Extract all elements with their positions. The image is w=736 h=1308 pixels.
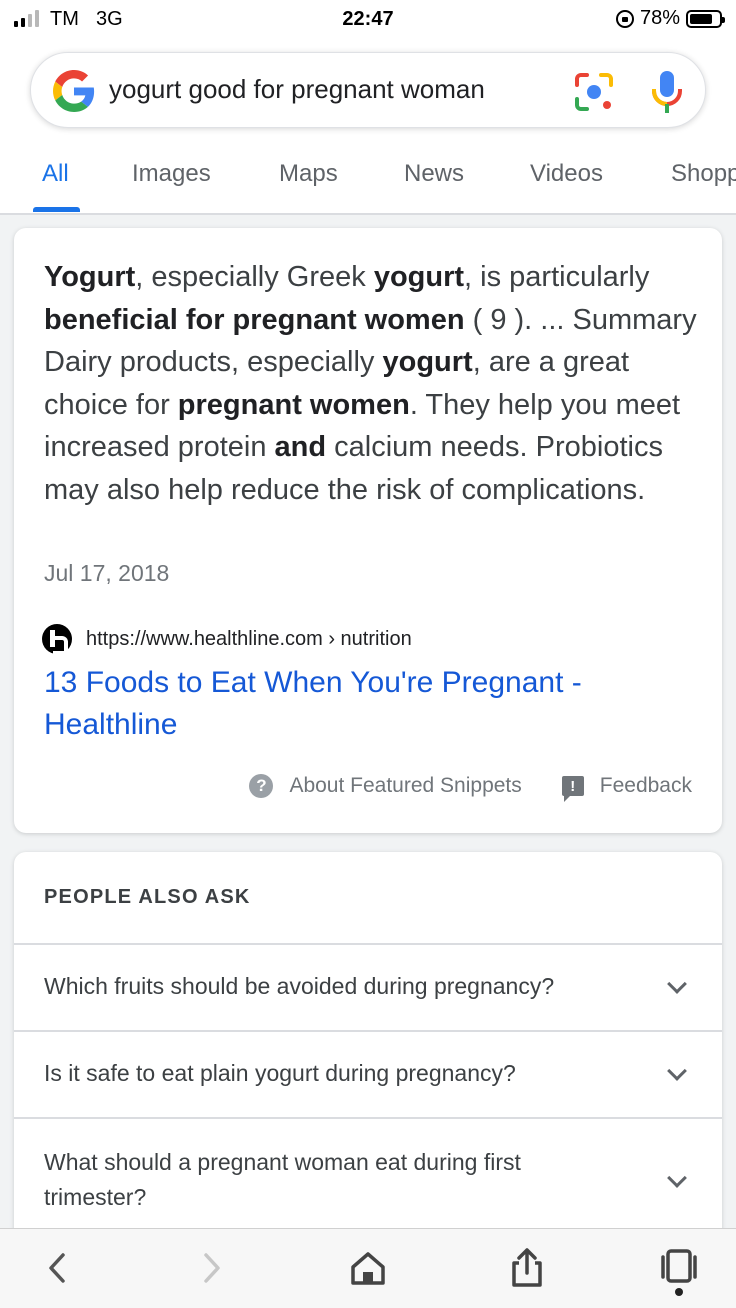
share-icon[interactable] bbox=[502, 1243, 552, 1293]
battery-icon bbox=[686, 9, 725, 28]
snippet-bold-segment: Yogurt bbox=[44, 261, 136, 293]
snippet-footer: ? About Featured Snippets ! Feedback bbox=[249, 774, 692, 802]
paa-question-item[interactable]: Is it safe to eat plain yogurt during pr… bbox=[14, 1030, 722, 1117]
tab-all[interactable]: All bbox=[42, 160, 69, 188]
feedback-link[interactable]: Feedback bbox=[600, 774, 692, 798]
forward-icon[interactable] bbox=[187, 1243, 237, 1293]
about-featured-snippets-link[interactable]: About Featured Snippets bbox=[289, 774, 521, 798]
snippet-bold-segment: pregnant women bbox=[177, 388, 410, 421]
featured-snippet-card: Yogurt, especially Greek yogurt, is part… bbox=[14, 228, 722, 833]
google-lens-icon[interactable] bbox=[573, 71, 615, 113]
snippet-bold-segment: beneficial for pregnant women bbox=[44, 303, 465, 336]
tab-maps[interactable]: Maps bbox=[279, 160, 338, 188]
search-header: yogurt good for pregnant woman All Image… bbox=[0, 40, 736, 215]
active-tab-indicator bbox=[33, 207, 80, 212]
header-divider bbox=[0, 213, 736, 215]
source-row[interactable]: https://www.healthline.com › nutrition bbox=[42, 624, 412, 655]
paa-question-text: Which fruits should be avoided during pr… bbox=[44, 973, 555, 999]
people-also-ask-card: PEOPLE ALSO ASK Which fruits should be a… bbox=[14, 852, 722, 1252]
snippet-text: Yogurt, especially Greek yogurt, is part… bbox=[44, 256, 704, 512]
chevron-down-icon[interactable] bbox=[667, 1061, 687, 1081]
search-tabs: All Images Maps News Videos Shopp bbox=[0, 148, 736, 215]
browser-toolbar bbox=[0, 1228, 736, 1308]
tab-shopping[interactable]: Shopp bbox=[671, 160, 736, 188]
snippet-bold-segment: and bbox=[274, 431, 327, 464]
back-icon[interactable] bbox=[32, 1243, 82, 1293]
result-title-link[interactable]: 13 Foods to Eat When You're Pregnant - H… bbox=[44, 662, 684, 746]
snippet-segment: , especially Greek bbox=[135, 261, 374, 293]
tab-news[interactable]: News bbox=[404, 160, 464, 188]
status-bar: TM 3G 22:47 78% bbox=[0, 0, 736, 40]
snippet-segment: , is particularly bbox=[464, 261, 650, 293]
microphone-icon[interactable] bbox=[649, 69, 685, 115]
google-logo-icon[interactable] bbox=[53, 70, 95, 112]
search-input[interactable]: yogurt good for pregnant woman bbox=[30, 52, 706, 128]
orientation-lock-icon bbox=[615, 9, 634, 28]
tabs-icon[interactable] bbox=[654, 1243, 704, 1293]
chevron-down-icon[interactable] bbox=[667, 974, 687, 994]
paa-question-item[interactable]: Which fruits should be avoided during pr… bbox=[14, 943, 722, 1030]
home-icon[interactable] bbox=[343, 1243, 393, 1293]
tab-videos[interactable]: Videos bbox=[530, 160, 603, 188]
feedback-icon[interactable]: ! bbox=[561, 776, 584, 802]
paa-question-text: Is it safe to eat plain yogurt during pr… bbox=[44, 1060, 516, 1086]
snippet-date: Jul 17, 2018 bbox=[44, 560, 170, 586]
chevron-down-icon[interactable] bbox=[667, 1168, 687, 1188]
source-url[interactable]: https://www.healthline.com › nutrition bbox=[86, 628, 412, 651]
healthline-favicon-icon bbox=[42, 624, 72, 655]
paa-title: PEOPLE ALSO ASK bbox=[44, 886, 251, 908]
tab-images[interactable]: Images bbox=[132, 160, 211, 188]
battery-percent: 78% bbox=[639, 7, 680, 29]
snippet-bold-segment: yogurt bbox=[382, 346, 473, 379]
search-query-text: yogurt good for pregnant woman bbox=[109, 74, 485, 104]
help-icon[interactable]: ? bbox=[249, 774, 274, 798]
page-indicator-dot bbox=[675, 1288, 683, 1296]
snippet-bold-segment: yogurt bbox=[373, 261, 465, 293]
paa-question-text: What should a pregnant woman eat during … bbox=[44, 1149, 521, 1210]
